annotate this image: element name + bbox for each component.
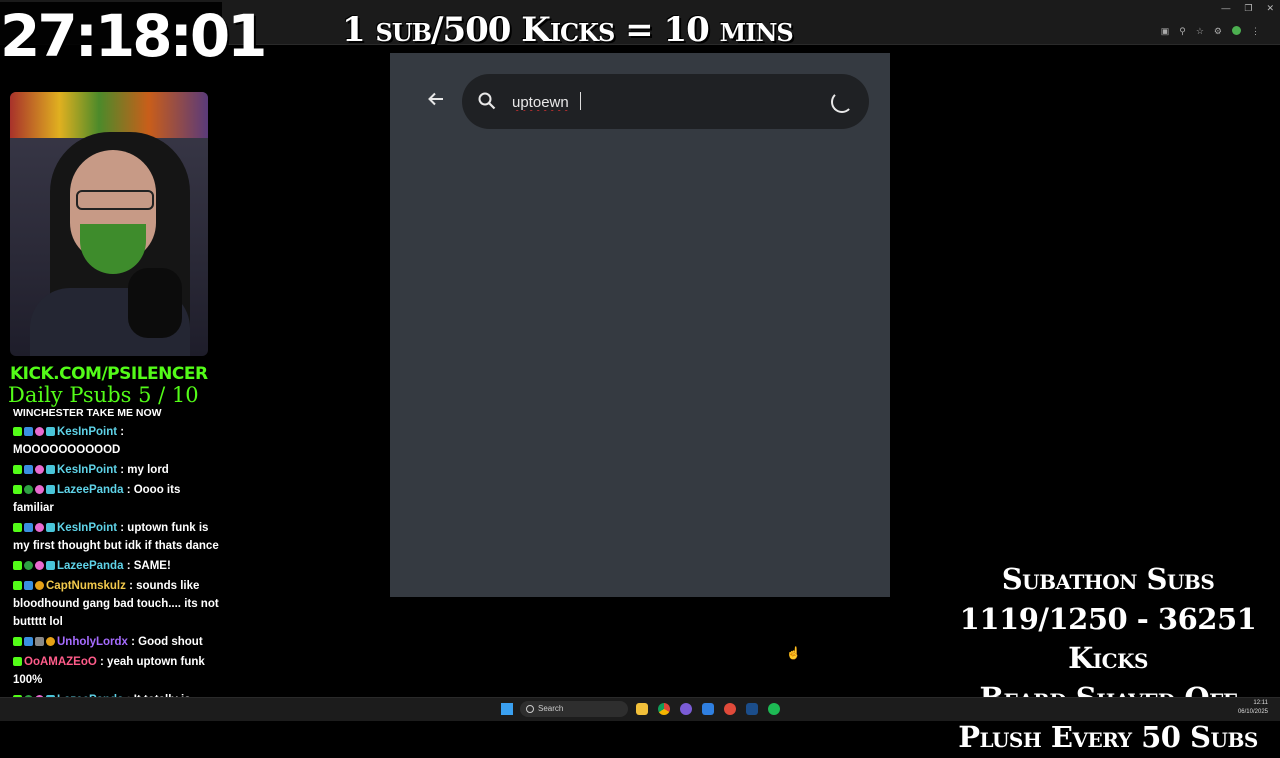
chat-badge-icon	[24, 561, 33, 570]
chat-badge-icon	[24, 465, 33, 474]
text-caret	[580, 92, 581, 110]
search-input[interactable]	[512, 90, 812, 114]
app-icon[interactable]	[724, 703, 736, 715]
chat-badge-icon	[24, 581, 33, 590]
chat-badge-icon	[35, 427, 44, 436]
cast-icon[interactable]: ▣	[1161, 26, 1170, 37]
zoom-icon[interactable]: ⚲	[1179, 26, 1186, 37]
profile-avatar[interactable]	[1232, 26, 1241, 35]
taskbar-search-icon	[526, 705, 534, 713]
window-controls: — ❐ ✕	[1221, 3, 1274, 14]
windows-taskbar: Search 12:11 06/10/2025	[0, 697, 1280, 721]
chat-badge-icon	[13, 657, 22, 666]
chat-username[interactable]: LazeePanda	[57, 560, 123, 572]
taskbar-search-label: Search	[538, 704, 564, 713]
chat-badge-icon	[46, 465, 55, 474]
search-box[interactable]	[462, 74, 869, 129]
chat-username[interactable]: CaptNumskulz	[46, 580, 126, 592]
minimize-icon[interactable]: —	[1221, 3, 1230, 14]
chat-badge-icon	[35, 485, 44, 494]
search-panel	[390, 53, 890, 597]
chat-badge-icon	[13, 485, 22, 494]
chat-badge-icon	[35, 523, 44, 532]
chat-message: UnholyLordx : Good shout	[13, 633, 223, 651]
chat-top-line: WINCHESTER TAKE ME NOW	[13, 407, 162, 419]
chat-message: KesInPoint : MOOOOOOOOOOD	[13, 423, 223, 459]
chat-badge-icon	[13, 637, 22, 646]
search-icon	[478, 92, 496, 110]
chat-badge-icon	[46, 485, 55, 494]
chat-badge-icon	[24, 637, 33, 646]
back-arrow-icon[interactable]	[426, 89, 448, 111]
webcam-feed	[10, 92, 208, 356]
webcam-glasses	[76, 190, 154, 210]
loading-spinner-icon	[831, 91, 853, 113]
chat-username[interactable]: KesInPoint	[57, 464, 117, 476]
subathon-timer: 27:18:01	[0, 2, 268, 70]
windows-start-icon[interactable]	[501, 703, 513, 715]
goal-banner: 1 sub/500 Kicks = 10 mins	[342, 10, 794, 50]
chat-badge-icon	[13, 523, 22, 532]
chat-badge-icon	[35, 561, 44, 570]
chat-panel: WINCHESTER TAKE ME NOW KesInPoint : MOOO…	[13, 404, 223, 711]
chat-message: LazeePanda : Oooo its familiar	[13, 481, 223, 517]
chat-badge-icon	[13, 465, 22, 474]
bookmark-star-icon[interactable]: ☆	[1196, 26, 1204, 37]
webcam-microphone	[128, 268, 182, 338]
chat-username[interactable]: OoAMAZEoO	[24, 656, 97, 668]
chat-badge-icon	[24, 523, 33, 532]
chat-message: KesInPoint : uptown funk is my first tho…	[13, 519, 223, 555]
extensions-icon[interactable]: ⚙	[1214, 26, 1222, 37]
chat-message: LazeePanda : SAME!	[13, 557, 223, 575]
chat-username[interactable]: UnholyLordx	[57, 636, 128, 648]
chat-message-text: : Good shout	[131, 636, 203, 648]
subathon-stats: Subathon Subs 1119/1250 - 36251 Kicks Be…	[938, 560, 1278, 758]
close-icon[interactable]: ✕	[1266, 3, 1274, 14]
clock-date: 06/10/2025	[1237, 709, 1268, 715]
chat-message: OoAMAZEoO : yeah uptown funk 100%	[13, 653, 223, 689]
chat-username[interactable]: KesInPoint	[57, 522, 117, 534]
chat-message-text: : SAME!	[126, 560, 171, 572]
chat-badge-icon	[13, 561, 22, 570]
chat-badge-icon	[46, 637, 55, 646]
chat-badge-icon	[46, 523, 55, 532]
chat-message-text: : my lord	[120, 464, 169, 476]
chat-message: KesInPoint : my lord	[13, 461, 223, 479]
hand-cursor-icon: ☝	[786, 646, 801, 660]
chat-badge-icon	[35, 637, 44, 646]
file-explorer-icon[interactable]	[636, 703, 648, 715]
menu-dots-icon[interactable]: ⋮	[1251, 26, 1260, 37]
subathon-line: Plush Every 50 Subs	[958, 720, 1258, 754]
browser-toolbar-icons: ▣ ⚲ ☆ ⚙ ⋮	[1161, 26, 1260, 37]
chat-badge-icon	[35, 581, 44, 590]
chat-message: CaptNumskulz : sounds like bloodhound ga…	[13, 577, 223, 631]
maximize-icon[interactable]: ❐	[1244, 3, 1252, 14]
taskbar-search[interactable]: Search	[520, 701, 628, 717]
subathon-line: 1119/1250 - 36251 Kicks	[959, 601, 1257, 676]
chat-badge-icon	[24, 427, 33, 436]
chat-username[interactable]: KesInPoint	[57, 426, 117, 438]
clock-time: 12:11	[1253, 700, 1268, 706]
app-icon[interactable]	[702, 703, 714, 715]
chrome-icon[interactable]	[658, 703, 670, 715]
chat-message-list: KesInPoint : MOOOOOOOOOOD KesInPoint : my…	[13, 423, 223, 709]
taskbar-clock[interactable]: 12:11 06/10/2025	[1238, 699, 1268, 717]
chat-badge-icon	[13, 581, 22, 590]
app-icon[interactable]	[680, 703, 692, 715]
chat-badge-icon	[13, 427, 22, 436]
chat-badge-icon	[46, 427, 55, 436]
subathon-line: Subathon Subs	[1001, 562, 1215, 596]
chat-username[interactable]: LazeePanda	[57, 484, 123, 496]
kick-url: KICK.COM/PSILENCER	[10, 364, 208, 384]
chat-badge-icon	[24, 485, 33, 494]
chat-badge-icon	[35, 465, 44, 474]
spotify-icon[interactable]	[768, 703, 780, 715]
chat-badge-icon	[46, 561, 55, 570]
steam-icon[interactable]	[746, 703, 758, 715]
